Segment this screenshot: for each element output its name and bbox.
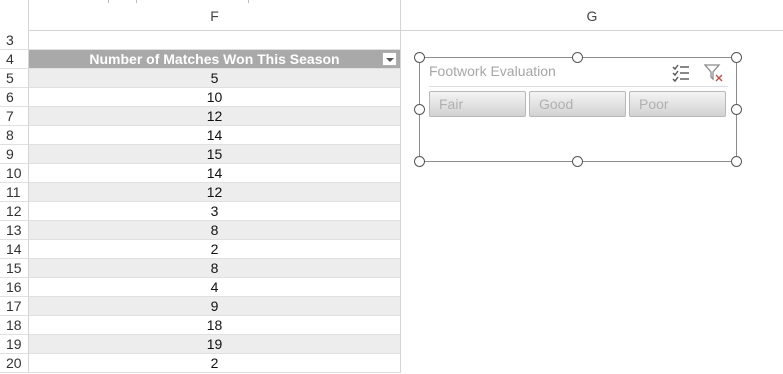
resize-handle-bottom[interactable] bbox=[572, 156, 583, 167]
row-header[interactable]: 11 bbox=[0, 183, 29, 202]
table-cell[interactable]: 8 bbox=[29, 259, 401, 278]
slicer-item-good[interactable]: Good bbox=[529, 91, 626, 117]
table-cell[interactable]: 10 bbox=[29, 88, 401, 107]
table-cell[interactable]: 19 bbox=[29, 335, 401, 354]
cell-f3[interactable] bbox=[29, 31, 401, 50]
row-header[interactable]: 13 bbox=[0, 221, 29, 240]
row-header[interactable]: 7 bbox=[0, 107, 29, 126]
table-cell[interactable]: 9 bbox=[29, 297, 401, 316]
row-header[interactable]: 9 bbox=[0, 145, 29, 164]
table-cell[interactable]: 8 bbox=[29, 221, 401, 240]
table-row: 18 18 bbox=[0, 316, 783, 335]
table-cell[interactable]: 14 bbox=[29, 126, 401, 145]
table-row: 20 2 bbox=[0, 354, 783, 373]
table-row: 16 4 bbox=[0, 278, 783, 297]
table-cell[interactable]: 2 bbox=[29, 240, 401, 259]
column-header-row: F G bbox=[0, 0, 783, 31]
resize-handle-top-left[interactable] bbox=[414, 52, 425, 63]
column-header-g[interactable]: G bbox=[401, 0, 783, 31]
slicer-item-fair[interactable]: Fair bbox=[429, 91, 526, 117]
row-header[interactable]: 4 bbox=[0, 50, 29, 69]
table-row: 12 3 bbox=[0, 202, 783, 221]
table-row: 11 12 bbox=[0, 183, 783, 202]
clear-filter-icon[interactable] bbox=[704, 63, 724, 83]
table-cell[interactable]: 3 bbox=[29, 202, 401, 221]
resize-handle-top[interactable] bbox=[572, 52, 583, 63]
row-header[interactable]: 6 bbox=[0, 88, 29, 107]
table-cell[interactable]: 12 bbox=[29, 183, 401, 202]
filter-dropdown-button[interactable] bbox=[382, 52, 397, 66]
multi-select-icon[interactable] bbox=[671, 63, 691, 83]
table-row: 10 14 bbox=[0, 164, 783, 183]
table-cell[interactable]: 15 bbox=[29, 145, 401, 164]
row-header[interactable]: 16 bbox=[0, 278, 29, 297]
table-row: 14 2 bbox=[0, 240, 783, 259]
table-cell[interactable]: 4 bbox=[29, 278, 401, 297]
table-cell[interactable]: 14 bbox=[29, 164, 401, 183]
resize-handle-left[interactable] bbox=[414, 104, 425, 115]
slicer-item-poor[interactable]: Poor bbox=[629, 91, 726, 117]
slicer[interactable]: Footwork Evaluation Fair Good Poor bbox=[419, 57, 737, 162]
row-header[interactable]: 19 bbox=[0, 335, 29, 354]
table-row: 15 8 bbox=[0, 259, 783, 278]
table-cell[interactable]: 18 bbox=[29, 316, 401, 335]
sheet-row: 3 bbox=[0, 31, 783, 50]
table-row: 19 19 bbox=[0, 335, 783, 354]
row-header[interactable]: 12 bbox=[0, 202, 29, 221]
row-header[interactable]: 5 bbox=[0, 69, 29, 88]
resize-handle-bottom-left[interactable] bbox=[414, 156, 425, 167]
row-header[interactable]: 8 bbox=[0, 126, 29, 145]
slicer-title: Footwork Evaluation bbox=[429, 63, 556, 79]
row-header[interactable]: 17 bbox=[0, 297, 29, 316]
table-cell[interactable]: 12 bbox=[29, 107, 401, 126]
table-cell[interactable]: 5 bbox=[29, 69, 401, 88]
table-column-header-label: Number of Matches Won This Season bbox=[89, 51, 340, 67]
row-header[interactable]: 14 bbox=[0, 240, 29, 259]
table-cell[interactable]: 2 bbox=[29, 354, 401, 373]
row-header[interactable]: 15 bbox=[0, 259, 29, 278]
row-header[interactable]: 3 bbox=[0, 31, 29, 50]
table-row: 17 9 bbox=[0, 297, 783, 316]
table-column-header[interactable]: Number of Matches Won This Season bbox=[29, 50, 401, 69]
resize-handle-bottom-right[interactable] bbox=[731, 156, 742, 167]
row-header[interactable]: 18 bbox=[0, 316, 29, 335]
slicer-divider bbox=[429, 86, 728, 87]
row-header[interactable]: 20 bbox=[0, 354, 29, 373]
resize-handle-right[interactable] bbox=[731, 104, 742, 115]
select-all-corner[interactable] bbox=[0, 0, 29, 31]
resize-handle-top-right[interactable] bbox=[731, 52, 742, 63]
column-header-f[interactable]: F bbox=[29, 0, 401, 31]
row-header[interactable]: 10 bbox=[0, 164, 29, 183]
table-row: 13 8 bbox=[0, 221, 783, 240]
